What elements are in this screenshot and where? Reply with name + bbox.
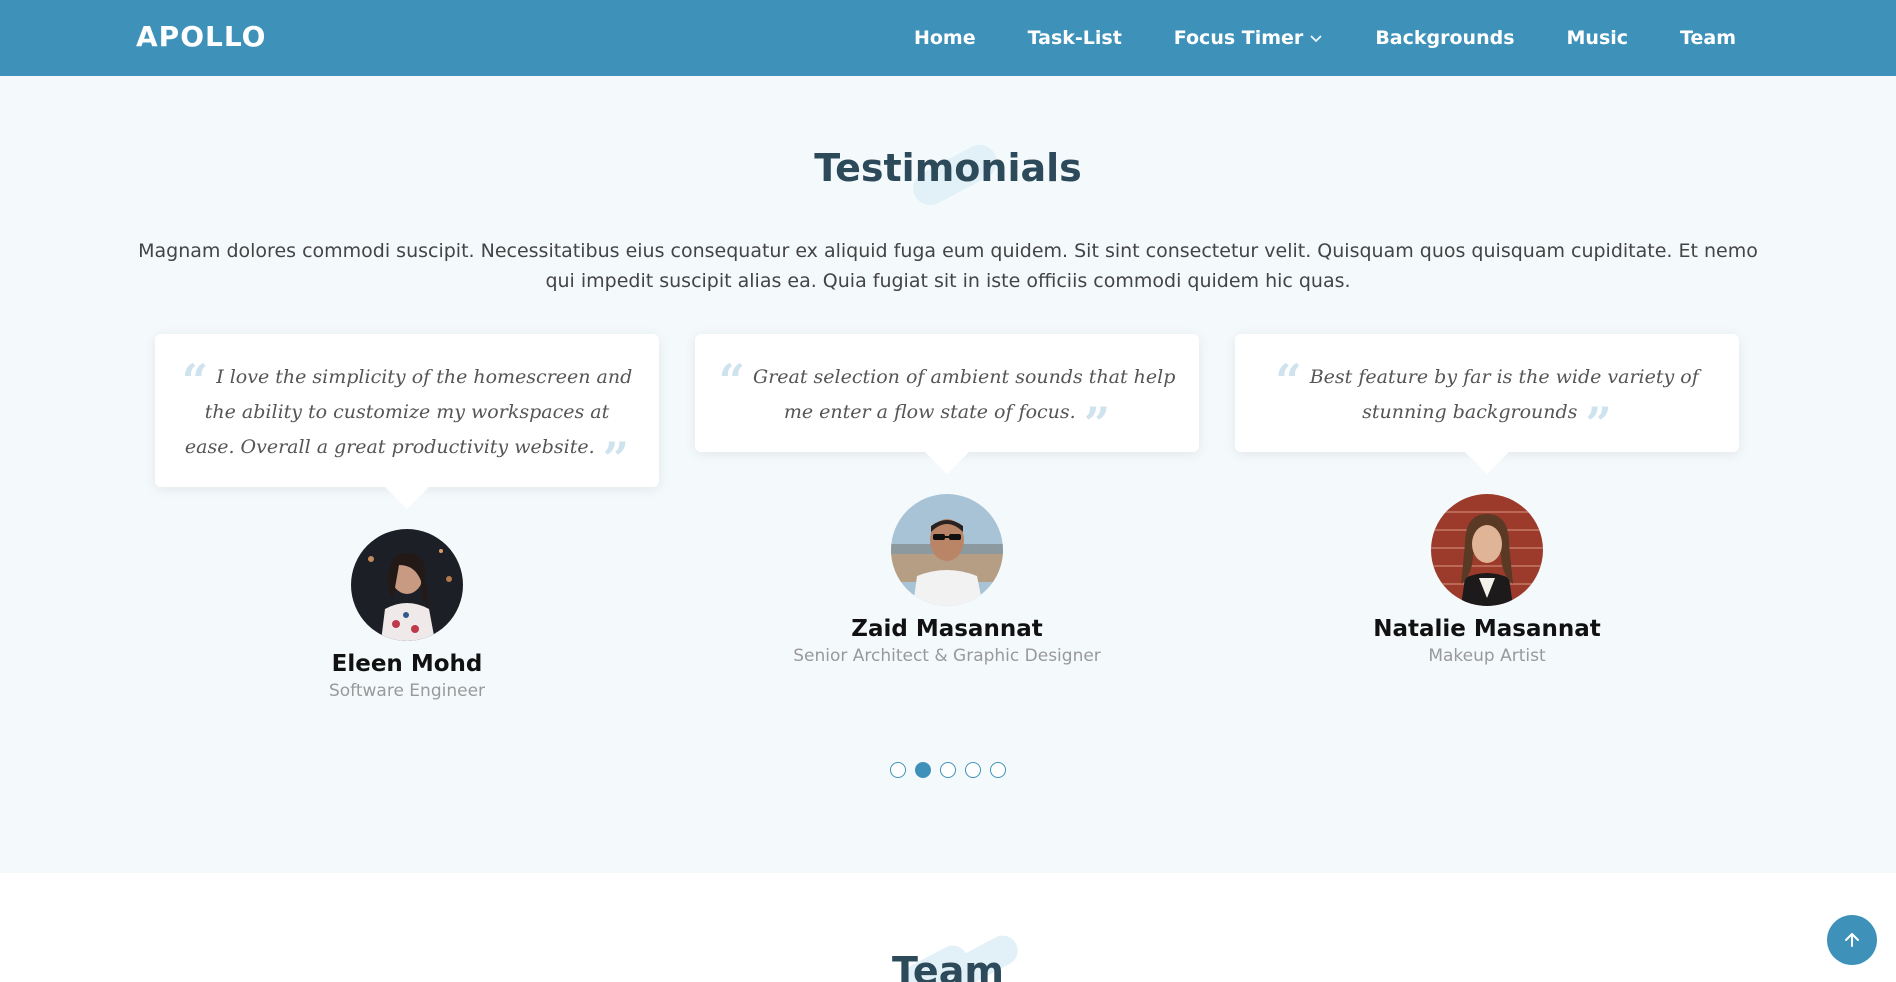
pagination-dot[interactable]: [890, 762, 906, 778]
pagination-dot[interactable]: [940, 762, 956, 778]
person-role: Senior Architect & Graphic Designer: [793, 646, 1101, 666]
section-title: Team: [892, 949, 1004, 982]
quote-text: Best feature by far is the wide variety …: [1309, 366, 1699, 423]
section-intro: Magnam dolores commodi suscipit. Necessi…: [138, 240, 1758, 292]
nav-focus-timer-label: Focus Timer: [1173, 27, 1304, 49]
quote-bubble: “I love the simplicity of the homescreen…: [155, 334, 659, 509]
quote-bubble: “Best feature by far is the wide variety…: [1235, 334, 1739, 474]
nav-home[interactable]: Home: [914, 27, 976, 49]
quote-open-icon: “: [1275, 354, 1302, 408]
avatar: [351, 529, 463, 641]
quote-close-icon: ”: [1083, 397, 1111, 451]
testimonial-card: “Best feature by far is the wide variety…: [1235, 334, 1739, 666]
site-header: APOLLO Home Task-List Focus Timer Backgr…: [0, 0, 1896, 76]
quote-close-icon: ”: [602, 432, 630, 486]
nav-focus-timer[interactable]: Focus Timer: [1174, 27, 1324, 49]
team-section: Team: [0, 873, 1896, 982]
main-nav: Home Task-List Focus Timer Backgrounds M…: [862, 0, 1736, 76]
section-title: Testimonials: [814, 146, 1082, 190]
quote-bubble: “Great selection of ambient sounds that …: [695, 334, 1199, 474]
nav-music[interactable]: Music: [1567, 27, 1629, 49]
carousel-pagination: [0, 762, 1896, 778]
quote-text: Great selection of ambient sounds that h…: [753, 366, 1176, 423]
pagination-dot[interactable]: [990, 762, 1006, 778]
person-name: Zaid Masannat: [851, 616, 1043, 642]
chevron-down-icon: [1309, 31, 1323, 45]
testimonial-card: “Great selection of ambient sounds that …: [695, 334, 1199, 666]
person-name: Natalie Masannat: [1373, 616, 1601, 642]
logo[interactable]: APOLLO: [136, 20, 266, 53]
pagination-dot-active[interactable]: [915, 762, 931, 778]
avatar: [891, 494, 1003, 606]
person-name: Eleen Mohd: [331, 651, 483, 677]
nav-team[interactable]: Team: [1680, 27, 1736, 49]
avatar: [1431, 494, 1543, 606]
testimonials-section: Testimonials Magnam dolores commodi susc…: [0, 76, 1896, 873]
person-role: Software Engineer: [328, 681, 486, 701]
quote-open-icon: “: [181, 354, 209, 408]
pagination-dot[interactable]: [965, 762, 981, 778]
person-role: Makeup Artist: [1428, 646, 1546, 666]
nav-task-list[interactable]: Task-List: [1028, 27, 1122, 49]
quote-text: I love the simplicity of the homescreen …: [184, 366, 633, 458]
quote-close-icon: ”: [1585, 397, 1612, 451]
arrow-up-icon: [1845, 933, 1859, 947]
scroll-top-button[interactable]: [1827, 915, 1877, 965]
quote-open-icon: “: [718, 354, 746, 408]
nav-backgrounds[interactable]: Backgrounds: [1375, 27, 1514, 49]
testimonial-card: “I love the simplicity of the homescreen…: [155, 334, 659, 701]
